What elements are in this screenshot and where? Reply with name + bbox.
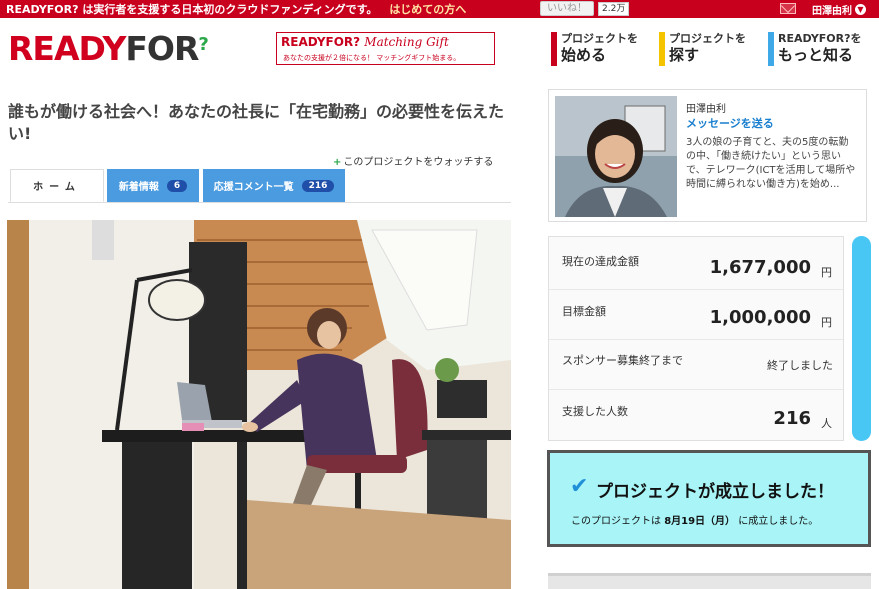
like-widget[interactable]: いいね！ 2.2万 [540,1,630,16]
owner-name[interactable]: 田澤由利 [686,100,726,115]
stats-scrollbar-thumb[interactable] [852,236,871,441]
first-time-link[interactable]: はじめての方へ [389,3,466,16]
backers-count: 216 [773,408,811,429]
checkmark-icon: ✔ [570,474,589,499]
nav-find-project[interactable]: プロジェクトを 探す [659,32,746,66]
comment-count-badge: 216 [301,179,335,192]
owner-card: 田澤由利 メッセージを送る 3人の娘の子育てと、夫の5度の転勤の中、「働き続けた… [548,89,867,222]
send-message-link[interactable]: メッセージを送る [686,115,774,131]
nav-bar-blue [768,32,774,66]
user-name: 田澤由利 [812,5,852,17]
sidebar-next-panel [548,573,871,589]
top-bar: READYFOR? は実行者を支援する日本初のクラウドファンディングです。 はじ… [0,0,879,18]
tab-news[interactable]: 新着情報 6 [107,169,199,202]
raised-unit: 円 [821,266,832,279]
nav-start-project[interactable]: プロジェクトを 始める [551,32,638,66]
top-bar-message: READYFOR? は実行者を支援する日本初のクラウドファンディングです。 はじ… [6,3,467,16]
user-menu[interactable]: 田澤由利 ▼ [812,0,866,18]
nav-learn-more[interactable]: READYFOR?を もっと知る [768,32,862,66]
deadline-label: スポンサー募集終了まで [562,354,683,367]
news-count-badge: 6 [166,179,188,192]
raised-label: 現在の達成金額 [562,255,639,268]
plus-icon: + [333,157,342,168]
home-office-photo [7,220,511,589]
success-heading: プロジェクトが成立しました！ [596,482,834,502]
funding-stats: 現在の達成金額 1,677,000 円 目標金額 1,000,000 円 スポン… [548,236,844,441]
tab-comments[interactable]: 応援コメント一覧 216 [203,169,345,202]
success-note: このプロジェクトは 8月19日（月） に成立しました。 [571,516,819,527]
like-button[interactable]: いいね！ [540,1,594,16]
project-main-image[interactable] [7,220,511,589]
nav-bar-yellow [659,32,665,66]
nav-bar-red [551,32,557,66]
goal-unit: 円 [821,316,832,329]
readyfor-logo[interactable]: READYFOR? [8,32,209,66]
matching-gift-banner[interactable]: READYFOR? Matching Gift あなたの支援が２倍になる！ マッ… [276,32,495,65]
backers-label: 支援した人数 [562,405,628,418]
page-title: 誰もが働ける社会へ！あなたの社長に「在宅勤務」の必要性を伝えたい! [8,102,505,143]
raised-amount: 1,677,000 [709,257,811,278]
deadline-value: 終了しました [767,359,833,372]
backers-unit: 人 [821,417,832,430]
project-success-box: ✔ プロジェクトが成立しました！ このプロジェクトは 8月19日（月） に成立し… [547,450,871,547]
goal-amount: 1,000,000 [709,307,811,328]
chevron-down-icon[interactable]: ▼ [855,3,866,15]
tab-divider [8,202,511,203]
owner-description: 3人の娘の子育てと、夫の5度の転勤の中、「働き続けたい」という思いで、テレワーク… [686,137,856,190]
like-count: 2.2万 [598,1,630,16]
owner-avatar[interactable] [555,96,677,217]
watch-project-link[interactable]: + このプロジェクトをウォッチする [333,153,493,168]
tab-home[interactable]: ホーム [10,169,104,202]
mail-icon[interactable] [780,3,796,14]
goal-label: 目標金額 [562,305,606,318]
